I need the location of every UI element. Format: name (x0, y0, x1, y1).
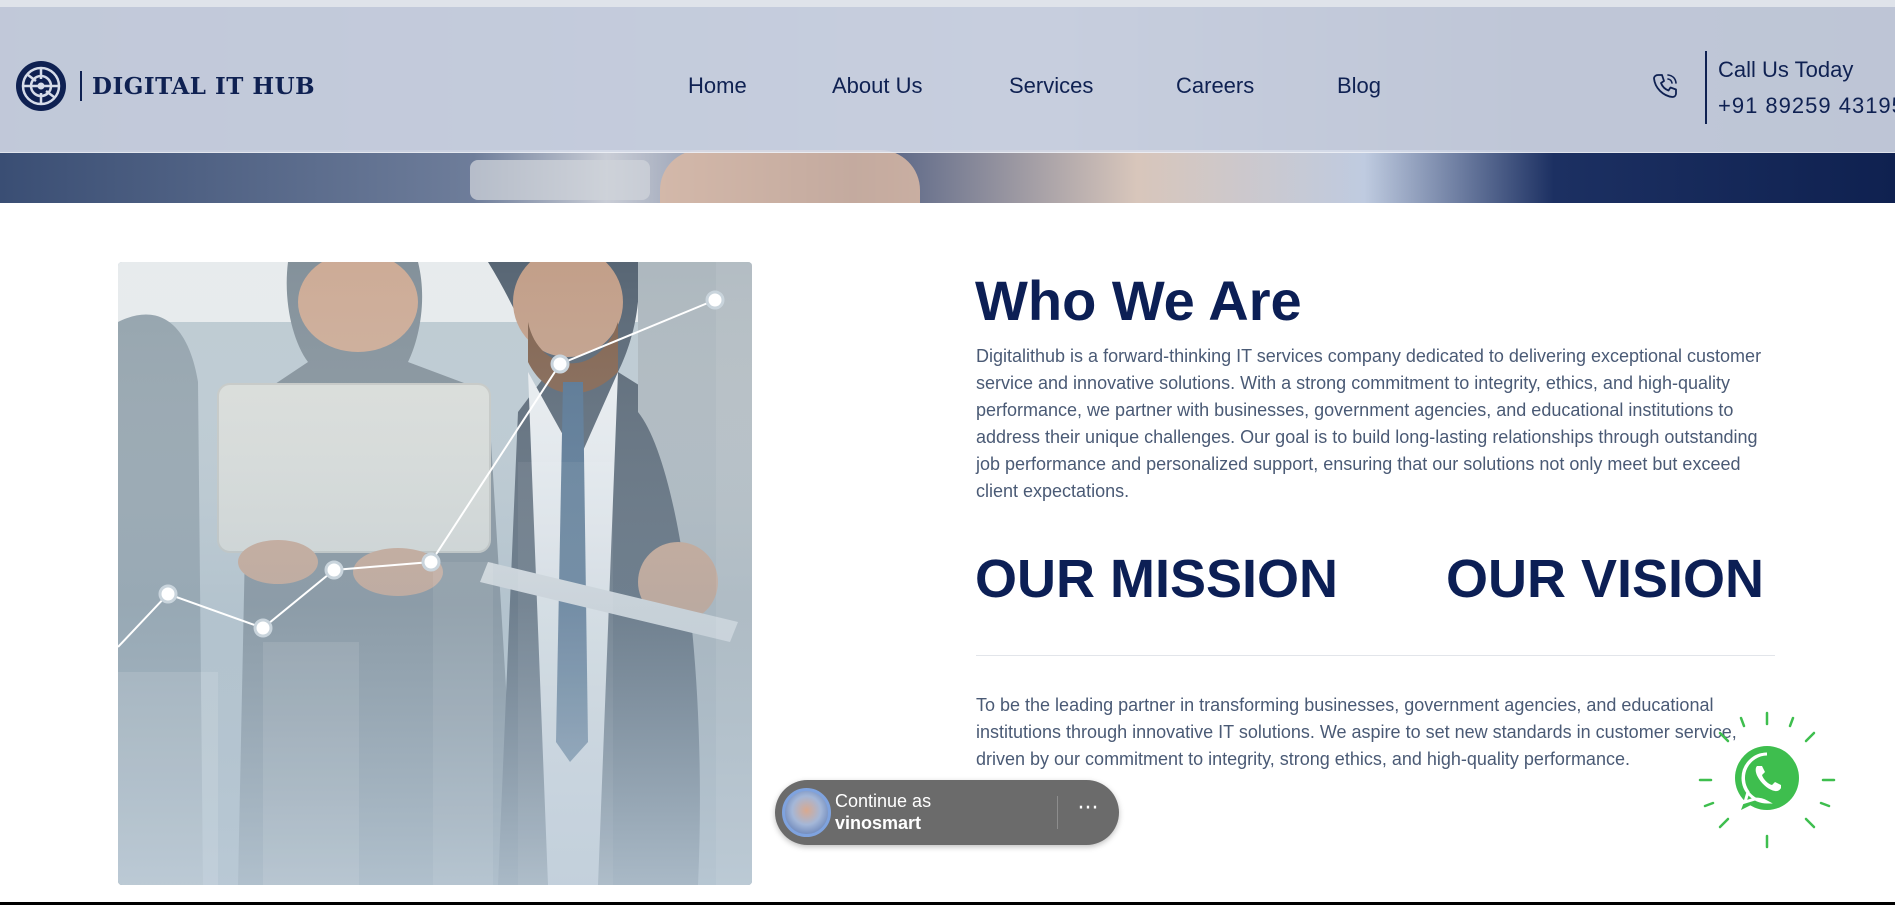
who-we-are-title: Who We Are (975, 269, 1302, 332)
team-image (118, 262, 752, 885)
top-edge (0, 0, 1895, 7)
avatar (782, 788, 831, 837)
contact-phone-link[interactable]: +91 89259 43195 (1718, 93, 1895, 119)
site-logo[interactable]: DIGITAL IT HUB (14, 59, 315, 113)
team-photo-illustration (118, 262, 752, 885)
tab-our-vision[interactable]: OUR VISION (1446, 548, 1764, 610)
who-we-are-body: Digitalithub is a forward-thinking IT se… (976, 346, 1762, 501)
site-header: DIGITAL IT HUB Home About Us Services Ca… (0, 7, 1895, 153)
tab-our-mission[interactable]: OUR MISSION (975, 548, 1338, 610)
hero-keyboard (470, 160, 650, 200)
contact-divider (1705, 51, 1707, 124)
nav-careers[interactable]: Careers (1176, 73, 1254, 99)
nav-about-us[interactable]: About Us (832, 73, 923, 99)
whatsapp-chat-button[interactable] (1697, 710, 1837, 850)
username-label: vinosmart (835, 813, 922, 833)
nav-home[interactable]: Home (688, 73, 747, 99)
logo-divider (80, 71, 82, 101)
mission-body: To be the leading partner in transformin… (976, 695, 1737, 769)
contact-label: Call Us Today (1718, 57, 1854, 82)
hero-photo-strip (0, 150, 1895, 203)
phone-icon[interactable] (1650, 71, 1680, 101)
continue-as-label: Continue as (835, 791, 932, 811)
tab-divider (976, 655, 1775, 656)
google-one-tap-button[interactable]: Continue as vinosmart ··· (775, 780, 1119, 845)
whatsapp-icon (1698, 711, 1836, 849)
nav-blog[interactable]: Blog (1337, 73, 1381, 99)
more-icon[interactable]: ··· (1070, 794, 1106, 830)
nav-services[interactable]: Services (1009, 73, 1093, 99)
logo-text: DIGITAL IT HUB (92, 72, 316, 100)
logo-mark-icon (16, 61, 66, 111)
hero-hands (660, 150, 920, 203)
page-viewport: DIGITAL IT HUB Home About Us Services Ca… (0, 0, 1895, 902)
one-tap-divider (1057, 796, 1058, 829)
